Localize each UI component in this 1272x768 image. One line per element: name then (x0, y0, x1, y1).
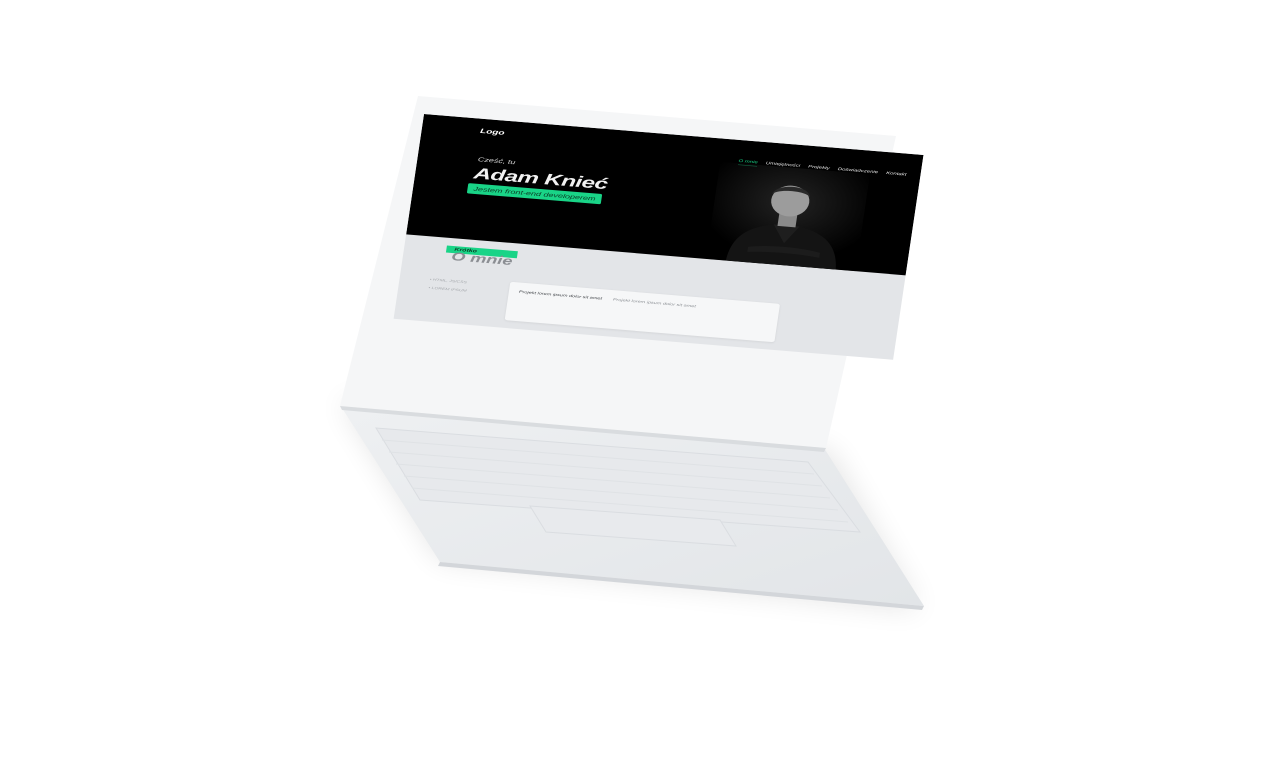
hero-greeting: Cześć, tu (477, 156, 516, 166)
site-logo[interactable]: Logo (480, 128, 505, 137)
laptop-base (340, 96, 924, 610)
portrait-photo (705, 161, 871, 272)
nav-item-kontakt[interactable]: Kontakt (885, 171, 907, 178)
project-card-description: Projekt lorem ipsum dolor sit amet (612, 297, 697, 309)
laptop-mockup: Logo O mnie Umiejętności Projekty Doświa… (0, 0, 1272, 768)
project-card-title: Projekt lorem ipsum dolor sit amet (518, 290, 603, 301)
list-item: HTML, JS/CSS (429, 278, 468, 285)
skills-list: HTML, JS/CSS LOREM IPSUM (428, 278, 469, 298)
laptop-screen: Logo O mnie Umiejętności Projekty Doświa… (393, 114, 924, 360)
list-item: LOREM IPSUM (428, 286, 467, 293)
